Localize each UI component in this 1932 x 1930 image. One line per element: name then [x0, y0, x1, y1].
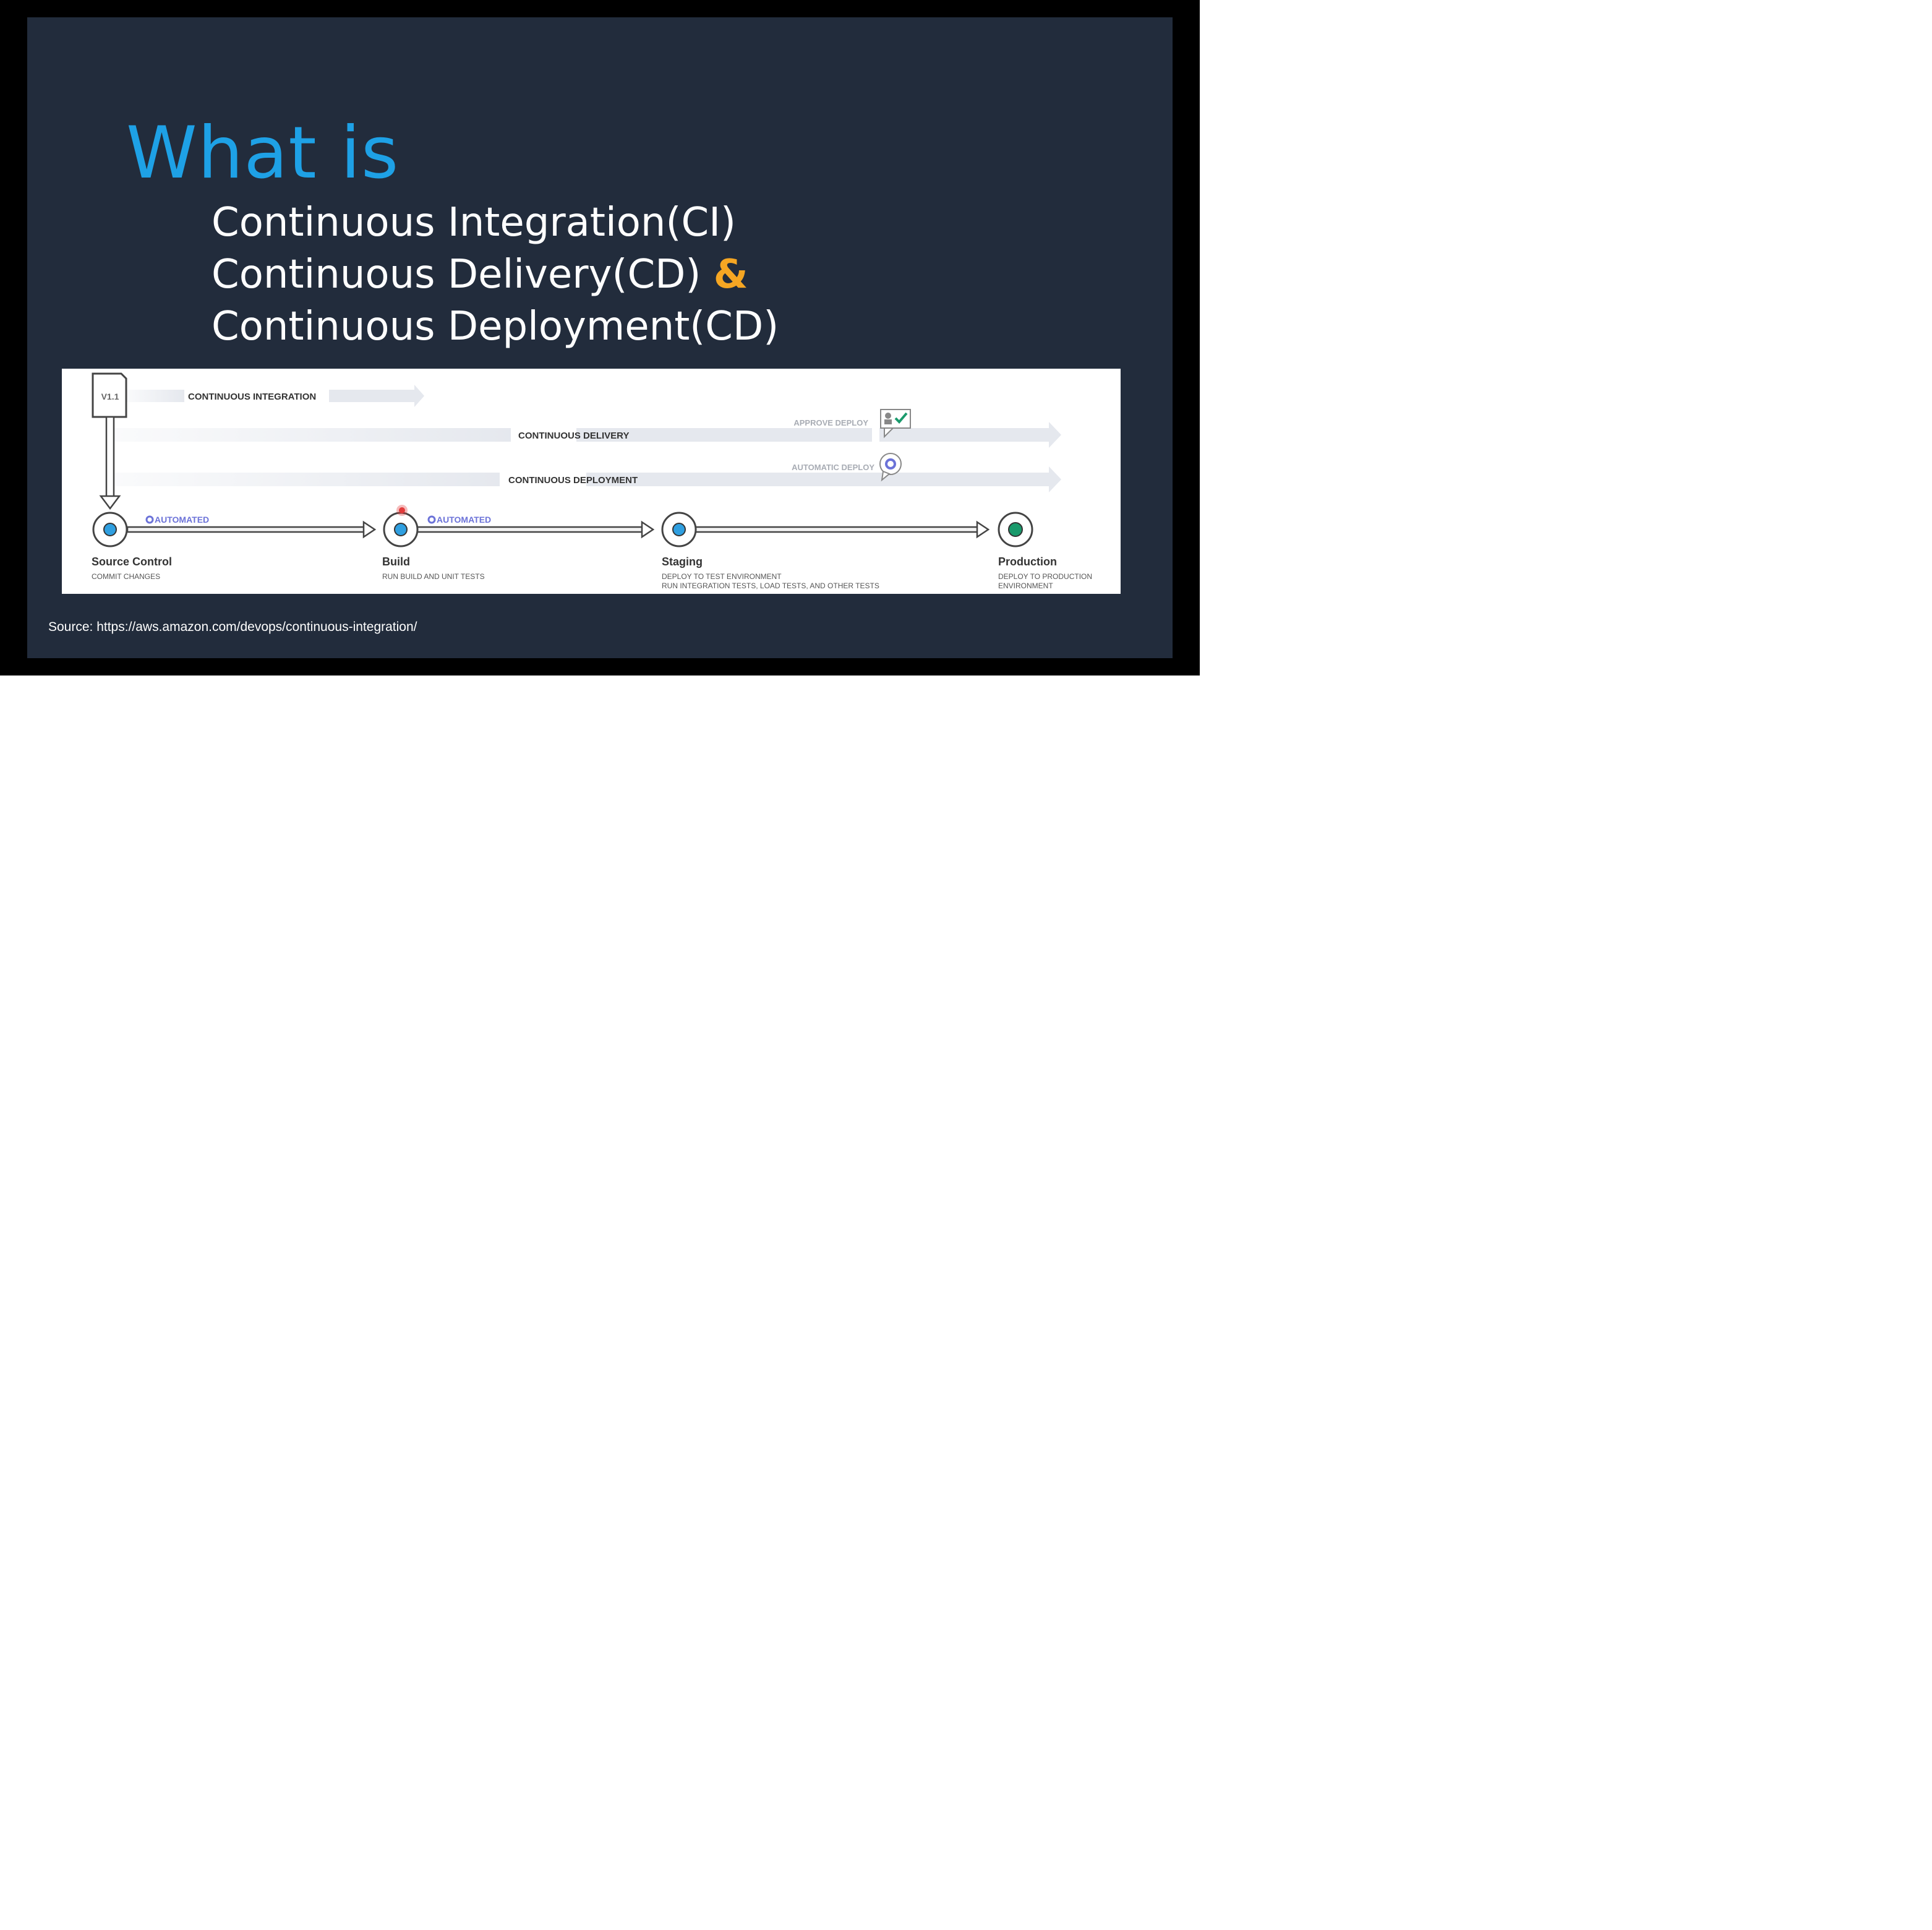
stage-name-source-control: Source Control	[92, 555, 172, 568]
deployment-band-right	[586, 473, 1050, 486]
subtitle-delivery-text: Continuous Delivery(CD)	[212, 252, 701, 298]
deployment-band-left	[114, 473, 500, 486]
automated-label-1: AUTOMATED	[155, 515, 209, 525]
delivery-band-label: CONTINUOUS DELIVERY	[518, 431, 629, 441]
subtitle-ci-text: Continuous Integration(CI)	[212, 200, 736, 246]
subtitle-deployment: Continuous Deployment(CD)	[212, 301, 779, 353]
delivery-band-arrowhead	[1049, 422, 1061, 448]
subtitle-block: Continuous Integration(CI) Continuous De…	[212, 197, 779, 353]
ci-cd-diagram-svg: CONTINUOUS INTEGRATION CONTINUOUS DELIVE…	[92, 372, 1092, 590]
subtitle-ci: Continuous Integration(CI)	[212, 197, 779, 249]
stage-desc-source-control: COMMIT CHANGES	[92, 572, 160, 581]
deployment-band-label: CONTINUOUS DEPLOYMENT	[508, 475, 638, 486]
version-document-icon: V1.1	[92, 372, 127, 418]
automated-badge-1: AUTOMATED	[145, 515, 209, 525]
stage-node-staging	[661, 512, 697, 547]
version-label: V1.1	[101, 392, 119, 401]
ampersand: &	[713, 252, 748, 298]
approve-deploy-label: APPROVE DEPLOY	[793, 418, 868, 427]
screen-frame: What is Continuous Integration(CI) Conti…	[0, 0, 1200, 676]
pipeline-arrow-3	[694, 520, 990, 539]
ci-band-arrowhead	[414, 385, 424, 407]
automated-label-2: AUTOMATED	[437, 515, 491, 525]
subtitle-deployment-text: Continuous Deployment(CD)	[212, 304, 779, 350]
source-citation: Source: https://aws.amazon.com/devops/co…	[48, 620, 417, 634]
deployment-band-arrowhead	[1049, 466, 1061, 492]
stage-name-production: Production	[998, 555, 1057, 568]
automatic-deploy-label: AUTOMATIC DEPLOY	[792, 463, 874, 472]
stage-name-staging: Staging	[662, 555, 703, 568]
stage-node-build	[383, 505, 419, 547]
stage-node-production	[998, 512, 1033, 547]
delivery-band-left	[114, 428, 511, 442]
ci-band-label: CONTINUOUS INTEGRATION	[188, 392, 316, 402]
delivery-band-right	[879, 428, 1050, 442]
subtitle-delivery: Continuous Delivery(CD) &	[212, 249, 779, 301]
presentation-slide: What is Continuous Integration(CI) Conti…	[27, 17, 1173, 658]
ci-cd-diagram: CONTINUOUS INTEGRATION CONTINUOUS DELIVE…	[62, 369, 1121, 594]
stage-desc-staging-1: DEPLOY TO TEST ENVIRONMENT	[662, 572, 782, 581]
stage-desc-staging-2: RUN INTEGRATION TESTS, LOAD TESTS, AND O…	[662, 581, 879, 590]
build-alert-dot	[399, 507, 405, 513]
automated-badge-2: AUTOMATED	[427, 515, 491, 525]
ci-band-right	[329, 390, 414, 402]
stage-desc-production-1: DEPLOY TO PRODUCTION	[998, 572, 1092, 581]
slide-title: What is	[126, 111, 400, 195]
ci-band-left	[126, 390, 184, 402]
stage-node-source-control	[92, 512, 128, 547]
stage-name-build: Build	[382, 555, 410, 568]
stage-desc-production-2: ENVIRONMENT	[998, 581, 1053, 590]
stage-desc-build: RUN BUILD AND UNIT TESTS	[382, 572, 485, 581]
